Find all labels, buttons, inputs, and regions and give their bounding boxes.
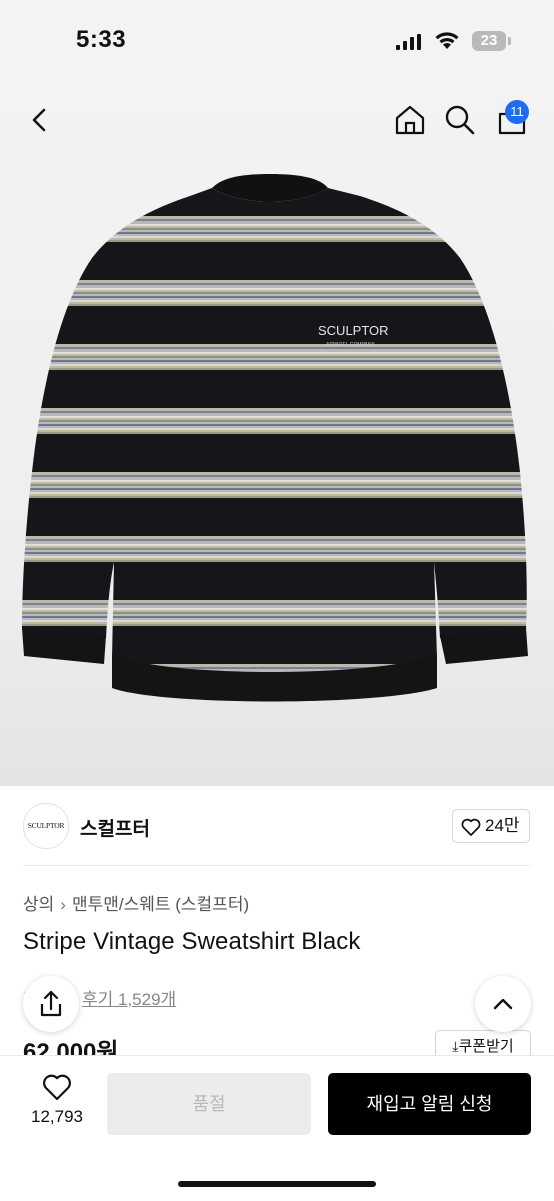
sweatshirt-body: [22, 174, 528, 702]
sweatshirt-print-sub: APPAREL COMPANY: [326, 342, 375, 348]
battery-indicator: 23: [472, 31, 506, 51]
soldout-button: 품절: [107, 1073, 311, 1135]
search-icon[interactable]: [444, 104, 476, 136]
breadcrumb: 상의 › 맨투맨/스웨트 (스컬프터): [23, 890, 249, 915]
breadcrumb-level2[interactable]: 맨투맨/스웨트 (스컬프터): [72, 895, 249, 914]
brand-like-count: 24만: [485, 816, 520, 835]
share-button[interactable]: [23, 976, 79, 1032]
product-title: Stripe Vintage Sweatshirt Black: [23, 928, 361, 955]
sweatshirt-illustration: SCULPTOR APPAREL COMPANY: [22, 174, 528, 702]
brand-like-button[interactable]: 24만: [452, 809, 530, 843]
sweatshirt-print-main: SCULPTOR: [318, 323, 389, 338]
chevron-right-icon: ›: [60, 895, 66, 914]
status-time: 5:33: [76, 26, 127, 53]
wishlist-count: 12,793: [31, 1107, 83, 1126]
home-icon[interactable]: [394, 104, 426, 136]
share-icon: [40, 990, 62, 1017]
restock-alert-button[interactable]: 재입고 알림 신청: [328, 1073, 531, 1135]
status-bar: 5:33 23: [0, 0, 554, 82]
chevron-up-icon: [493, 998, 513, 1010]
breadcrumb-level1[interactable]: 상의: [23, 895, 54, 914]
heart-icon: [43, 1074, 71, 1101]
battery-tip: [508, 37, 511, 45]
wishlist-button[interactable]: [20, 1073, 94, 1106]
product-image[interactable]: SCULPTOR APPAREL COMPANY: [0, 82, 554, 786]
divider: [23, 865, 531, 866]
brand-name[interactable]: 스컬프터: [80, 814, 150, 841]
cellular-signal-icon: [396, 34, 421, 50]
scroll-top-button[interactable]: [475, 976, 531, 1032]
home-indicator: [178, 1181, 376, 1187]
cart-count-badge[interactable]: 11: [505, 100, 529, 124]
reviews-link[interactable]: 후기 1,529개: [82, 985, 176, 1010]
heart-icon: [461, 818, 481, 836]
brand-logo[interactable]: SCULPTOR: [23, 803, 69, 849]
back-icon[interactable]: [26, 106, 54, 134]
coupon-label: 쿠폰받기: [458, 1038, 514, 1055]
wifi-icon: [435, 32, 459, 49]
